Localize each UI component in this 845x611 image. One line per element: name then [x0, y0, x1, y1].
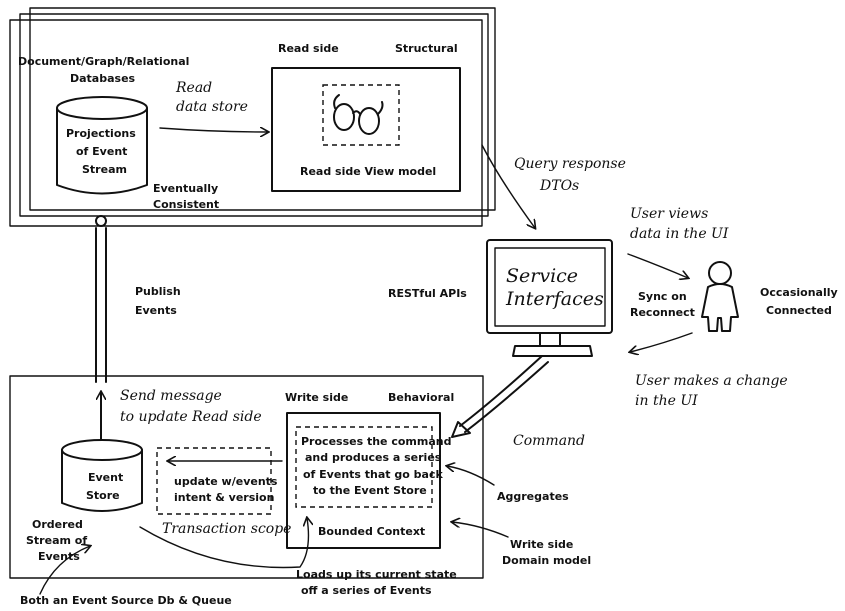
service-line2: Interfaces — [505, 288, 604, 310]
projections-line1: Projections — [66, 127, 136, 140]
glasses-icon — [333, 94, 384, 135]
process-line2: and produces a series — [305, 451, 442, 464]
read-side-label: Read side — [278, 42, 339, 55]
change-arrow — [630, 332, 693, 352]
read-store-line1: Read — [175, 80, 212, 96]
view-model-label: Read side View model — [300, 165, 436, 178]
user-views-line1: User views — [630, 206, 708, 222]
both-label: Both an Event Source Db & Queue — [20, 594, 232, 607]
read-store-line2: data store — [176, 99, 248, 115]
domain-line1: Write side — [510, 538, 573, 551]
transaction-label: Transaction scope — [162, 521, 291, 537]
restful-label: RESTful APIs — [388, 287, 467, 300]
user-views-line2: data in the UI — [630, 226, 729, 242]
views-arrow — [627, 253, 688, 278]
sync-line2: Reconnect — [630, 306, 695, 319]
process-line3: of Events that go back — [303, 468, 443, 481]
read-arrow — [159, 128, 268, 132]
ordered-line2: Stream of — [26, 534, 87, 547]
write-side-label: Write side — [285, 391, 348, 404]
db-title-line1: Document/Graph/Relational — [18, 55, 189, 68]
command-label: Command — [513, 433, 585, 449]
send-line1: Send message — [120, 388, 222, 404]
publish-line1: Publish — [135, 285, 181, 298]
aggregates-label: Aggregates — [497, 490, 569, 503]
update-line2: intent & version — [174, 491, 274, 504]
command-arrow — [451, 355, 549, 438]
aggregates-arrow — [447, 466, 495, 486]
behavioral-label: Behavioral — [388, 391, 454, 404]
publish-line2: Events — [135, 304, 177, 317]
user-makes-line1: User makes a change — [635, 373, 788, 389]
process-line1: Processes the command — [301, 435, 451, 448]
domain-line2: Domain model — [502, 554, 591, 567]
event-store-line1: Event — [88, 471, 123, 484]
projections-line2: of Event — [76, 145, 127, 158]
ordered-line3: Events — [38, 550, 80, 563]
event-store-line2: Store — [86, 489, 120, 502]
send-line2: to update Read side — [120, 409, 262, 425]
projections-line3: Stream — [82, 163, 127, 176]
occasionally-line2: Connected — [766, 304, 832, 317]
user-makes-line2: in the UI — [635, 393, 698, 409]
loads-line1: Loads up its current state — [296, 568, 457, 581]
query-line1: Query response — [514, 156, 626, 172]
sync-line1: Sync on — [638, 290, 687, 303]
loads-line2: off a series of Events — [301, 584, 432, 597]
process-line4: to the Event Store — [313, 484, 427, 497]
occasionally-line1: Occasionally — [760, 286, 838, 299]
publish-pipe — [95, 215, 107, 383]
eventually-line2: Consistent — [153, 198, 219, 211]
update-line1: update w/events — [174, 475, 278, 488]
db-title-line2: Databases — [70, 72, 136, 85]
structural-label: Structural — [395, 42, 458, 55]
service-line1: Service — [506, 265, 578, 287]
query-line2: DTOs — [539, 178, 579, 194]
cqrs-diagram: Document/Graph/Relational Databases Read… — [9, 7, 838, 607]
domain-arrow — [452, 522, 509, 538]
eventually-line1: Eventually — [153, 182, 218, 195]
user-icon — [701, 261, 739, 332]
ordered-line1: Ordered — [32, 518, 83, 531]
bounded-label: Bounded Context — [318, 525, 425, 538]
